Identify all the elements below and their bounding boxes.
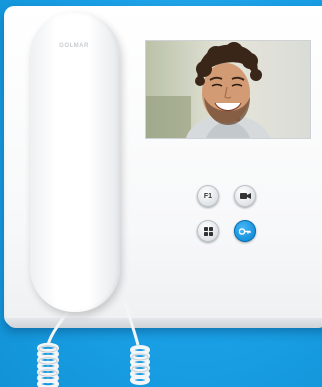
video-camera-icon	[239, 193, 251, 199]
menu-grid-icon	[203, 226, 213, 236]
f1-button[interactable]: F1	[197, 185, 219, 207]
key-icon	[239, 227, 251, 235]
visitor-video-feed	[146, 41, 310, 138]
door-open-button[interactable]	[234, 220, 256, 242]
handset-coiled-cord	[37, 300, 150, 387]
menu-button[interactable]	[197, 220, 219, 242]
video-screen	[145, 40, 311, 139]
f1-button-label: F1	[203, 192, 213, 200]
camera-button[interactable]	[234, 185, 256, 207]
brand-logo: GOLMAR	[59, 43, 89, 49]
intercom-handset[interactable]	[30, 12, 120, 312]
